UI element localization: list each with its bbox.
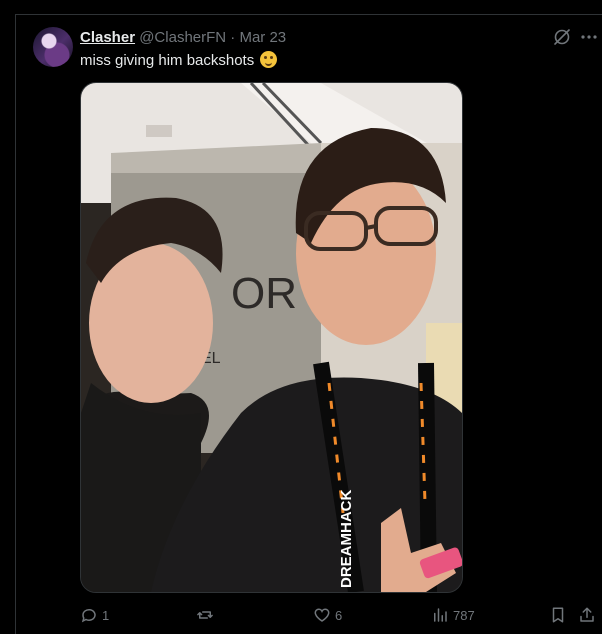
bookmark-button[interactable] [549, 606, 567, 624]
share-icon [580, 607, 594, 622]
post-text: miss giving him backshots [80, 52, 255, 69]
heart-icon [314, 608, 330, 622]
like-count: 6 [335, 607, 343, 623]
views-count: 787 [453, 607, 475, 623]
like-button[interactable]: 6 [313, 606, 342, 624]
face-holding-back-tears-emoji [260, 51, 278, 68]
avatar[interactable] [33, 27, 73, 67]
post-header: Clasher @ClasherFN · Mar 23 [80, 29, 286, 47]
user-handle[interactable]: @ClasherFN [139, 29, 226, 46]
bookmark-icon [552, 607, 564, 623]
grok-icon[interactable] [552, 27, 572, 47]
separator-dot: · [230, 29, 236, 46]
post-photo[interactable]: OR EL DREAMHACK [80, 82, 463, 593]
top-divider [15, 14, 602, 15]
views-button[interactable]: 787 [431, 606, 475, 624]
left-divider [15, 14, 16, 634]
repost-button[interactable] [196, 606, 218, 624]
share-button[interactable] [578, 606, 596, 624]
lanyard-text: DREAMHACK [338, 490, 355, 588]
views-icon [434, 608, 447, 622]
post-date[interactable]: Mar 23 [239, 29, 286, 46]
sign-letters: OR [231, 269, 297, 318]
reply-icon [81, 608, 96, 623]
action-bar: 1 6 787 [0, 600, 602, 630]
reply-count: 1 [102, 607, 110, 623]
display-name[interactable]: Clasher [80, 29, 135, 46]
reply-button[interactable]: 1 [80, 606, 109, 624]
repost-icon [197, 611, 213, 619]
post-text-container: miss giving him backshots [80, 51, 278, 70]
more-icon[interactable] [580, 27, 598, 47]
